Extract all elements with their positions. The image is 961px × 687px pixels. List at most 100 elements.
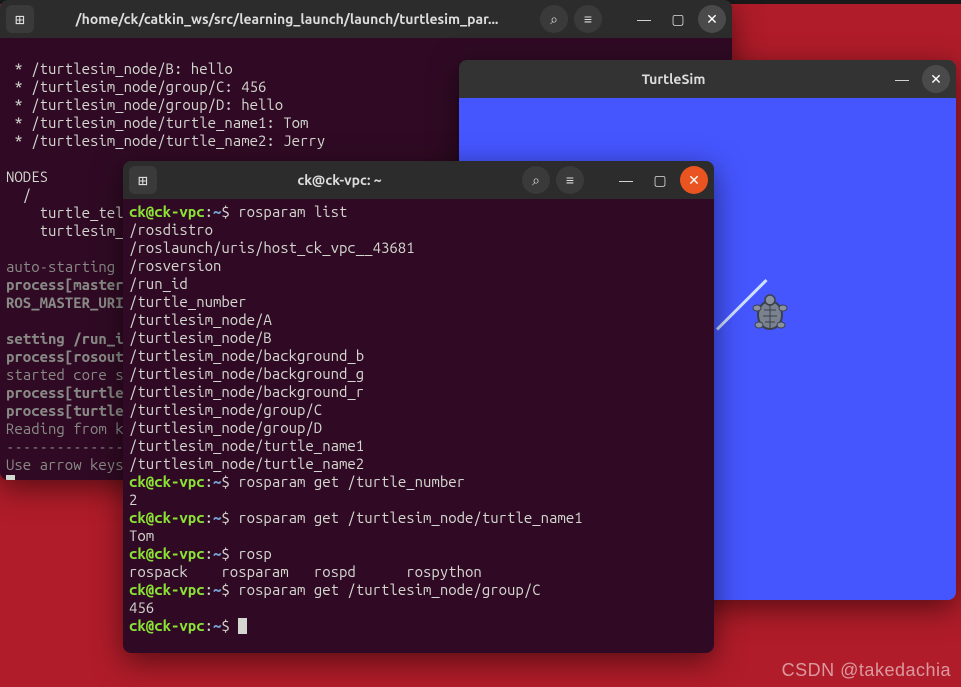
newtab-icon: ⊞ <box>15 10 25 29</box>
prompt-sep: : <box>205 473 213 490</box>
titlebar[interactable]: TurtleSim — ✕ <box>459 60 956 98</box>
close-icon: ✕ <box>706 11 718 28</box>
prompt-sep: : <box>205 509 213 526</box>
output-line: rospack rosparam rospd rospython <box>129 563 499 580</box>
output-line: process[turtle <box>6 384 124 401</box>
output-line: NODES <box>6 168 48 185</box>
minimize-button[interactable]: — <box>630 5 658 33</box>
output-line: turtle_tel <box>6 204 124 221</box>
output-line: process[turtle <box>6 402 124 419</box>
output-line: * /turtlesim_node/turtle_name1: Tom <box>6 114 308 131</box>
output-line: /rosversion <box>129 257 221 274</box>
cursor <box>238 618 247 634</box>
titlebar[interactable]: ⊞ /home/ck/catkin_ws/src/learning_launch… <box>0 0 732 38</box>
output-line: started core s <box>6 366 124 383</box>
output-line: auto-starting <box>6 258 124 275</box>
prompt-user: ck@ck-vpc <box>129 203 205 220</box>
output-line: * /turtlesim_node/turtle_name2: Jerry <box>6 132 325 149</box>
prompt-user: ck@ck-vpc <box>129 581 205 598</box>
output-line: /turtlesim_node/background_r <box>129 383 364 400</box>
search-button[interactable]: ⌕ <box>522 166 550 194</box>
window-title: ck@ck-vpc: ~ <box>163 172 516 188</box>
command-text: rosparam get /turtlesim_node/group/C <box>238 581 540 598</box>
output-line: /turtlesim_node/A <box>129 311 272 328</box>
output-line: /run_id <box>129 275 188 292</box>
close-button[interactable]: ✕ <box>922 65 950 93</box>
output-line: / <box>6 186 31 203</box>
output-line: setting /run_i <box>6 330 124 347</box>
prompt-user: ck@ck-vpc <box>129 509 205 526</box>
maximize-button[interactable]: ▢ <box>646 166 674 194</box>
menu-button[interactable]: ≡ <box>556 166 584 194</box>
output-line: 456 <box>129 599 154 616</box>
prompt-user: ck@ck-vpc <box>129 473 205 490</box>
command-text: rosp <box>238 545 272 562</box>
output-line: process[rosout <box>6 348 124 365</box>
newtab-button[interactable]: ⊞ <box>6 5 34 33</box>
prompt-sep: : <box>205 545 213 562</box>
output-line: Reading from k <box>6 420 124 437</box>
prompt-end: $ <box>221 617 238 634</box>
prompt-user: ck@ck-vpc <box>129 545 205 562</box>
output-line: /turtlesim_node/group/C <box>129 401 322 418</box>
command-text: rosparam get /turtlesim_node/turtle_name… <box>238 509 582 526</box>
minimize-button[interactable]: — <box>888 65 916 93</box>
command-text: rosparam get /turtle_number <box>238 473 465 490</box>
search-button[interactable]: ⌕ <box>540 5 568 33</box>
output-line: * /turtlesim_node/group/D: hello <box>6 96 283 113</box>
prompt-user: ck@ck-vpc <box>129 617 205 634</box>
close-icon: ✕ <box>930 71 942 88</box>
terminal-output[interactable]: ck@ck-vpc:~$ rosparam list /rosdistro /r… <box>123 199 714 653</box>
maximize-icon: ▢ <box>671 11 684 28</box>
output-line: Use arrow keys <box>6 456 124 473</box>
titlebar[interactable]: ⊞ ck@ck-vpc: ~ ⌕ ≡ — ▢ ✕ <box>123 161 714 199</box>
prompt-sep: : <box>205 617 213 634</box>
search-icon: ⌕ <box>550 11 558 28</box>
terminal-window-main: ⊞ ck@ck-vpc: ~ ⌕ ≡ — ▢ ✕ ck@ck-vpc:~$ ro… <box>123 161 714 653</box>
maximize-icon: ▢ <box>653 172 666 189</box>
maximize-button[interactable]: ▢ <box>664 5 692 33</box>
output-line: process[master <box>6 276 124 293</box>
output-line: /rosdistro <box>129 221 213 238</box>
output-line: Tom <box>129 527 154 544</box>
prompt-end: $ <box>221 203 238 220</box>
prompt-end: $ <box>221 581 238 598</box>
newtab-icon: ⊞ <box>138 171 148 190</box>
minimize-icon: — <box>637 11 651 27</box>
output-line: /turtlesim_node/B <box>129 329 272 346</box>
output-line: /turtle_number <box>129 293 247 310</box>
prompt-sep: : <box>205 203 213 220</box>
output-line: /turtlesim_node/background_g <box>129 365 364 382</box>
output-line: * /turtlesim_node/group/C: 456 <box>6 78 266 95</box>
turtle-icon <box>747 290 793 336</box>
turtle-sprite <box>747 290 793 336</box>
prompt-end: $ <box>221 509 238 526</box>
output-line: /turtlesim_node/turtle_name1 <box>129 437 364 454</box>
minimize-button[interactable]: — <box>612 166 640 194</box>
newtab-button[interactable]: ⊞ <box>129 166 157 194</box>
output-line: turtlesim_ <box>6 222 124 239</box>
output-line: ROS_MASTER_URI <box>6 294 124 311</box>
close-button[interactable]: ✕ <box>698 5 726 33</box>
command-text: rosparam list <box>238 203 347 220</box>
menu-button[interactable]: ≡ <box>574 5 602 33</box>
minimize-icon: — <box>895 71 909 87</box>
window-title: TurtleSim <box>465 71 882 87</box>
output-line: /turtlesim_node/turtle_name2 <box>129 455 364 472</box>
prompt-end: $ <box>221 473 238 490</box>
output-line: /turtlesim_node/group/D <box>129 419 322 436</box>
close-icon: ✕ <box>688 172 700 189</box>
watermark-text: CSDN @takedachia <box>782 660 951 681</box>
output-line: * /turtlesim_node/B: hello <box>6 60 233 77</box>
prompt-sep: : <box>205 581 213 598</box>
minimize-icon: — <box>619 172 633 188</box>
output-line: /roslaunch/uris/host_ck_vpc__43681 <box>129 239 415 256</box>
output-line: 2 <box>129 491 137 508</box>
output-line: -------------- <box>6 438 124 455</box>
search-icon: ⌕ <box>532 172 540 189</box>
prompt-end: $ <box>221 545 238 562</box>
cursor <box>6 475 15 480</box>
menu-icon: ≡ <box>584 11 592 27</box>
close-button[interactable]: ✕ <box>680 166 708 194</box>
menu-icon: ≡ <box>566 172 574 188</box>
